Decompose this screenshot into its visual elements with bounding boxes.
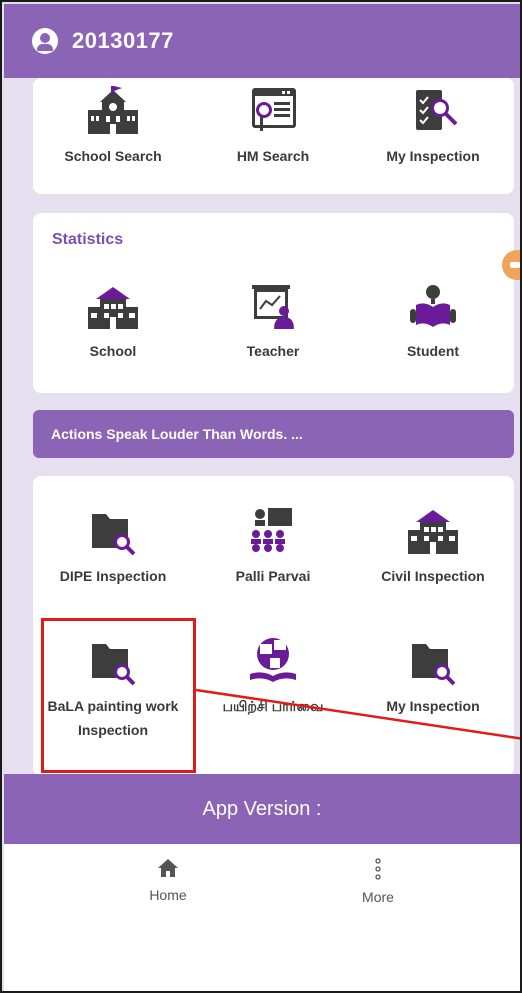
annotation-arrow-line bbox=[195, 688, 520, 740]
app-frame: 20130177 School Search HM Search My Insp… bbox=[0, 0, 522, 993]
